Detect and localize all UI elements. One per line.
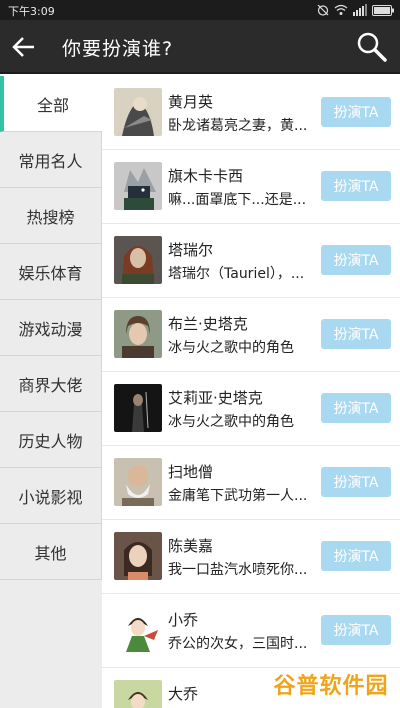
character-name: 黄月英: [168, 93, 214, 111]
avatar: [114, 310, 162, 358]
category-sidebar: 全部 常用名人 热搜榜 娱乐体育 游戏动漫 商界大佬 历史人物 小说影视 其他: [0, 76, 102, 708]
avatar: [114, 532, 162, 580]
character-name: 大乔: [168, 685, 199, 703]
avatar: [114, 88, 162, 136]
character-name: 旗木卡卡西: [168, 167, 244, 185]
wifi-icon: [334, 4, 348, 15]
watermark-logo: 谷普软件园: [273, 674, 389, 699]
character-desc: 冰与火之歌中的角色: [168, 340, 294, 356]
avatar: [114, 384, 162, 432]
list-item: 塔瑞尔 塔瑞尔（Tauriel），... 扮演TA: [102, 224, 400, 298]
play-as-button[interactable]: 扮演TA: [321, 245, 391, 275]
avatar: [114, 162, 162, 210]
character-desc: 金庸笔下武功第一人...: [168, 488, 308, 504]
character-desc: 冰与火之歌中的角色: [168, 414, 294, 430]
category-celebrities[interactable]: 常用名人: [0, 132, 102, 188]
character-desc: 我一口盐汽水喷死你...: [168, 562, 308, 578]
page-title: 你要扮演谁?: [62, 38, 174, 60]
category-hot-search[interactable]: 热搜榜: [0, 188, 102, 244]
avatar: [114, 236, 162, 284]
character-name: 扫地僧: [168, 463, 214, 481]
category-games-anime[interactable]: 游戏动漫: [0, 300, 102, 356]
avatar: [114, 458, 162, 506]
list-item: 艾莉亚·史塔克 冰与火之歌中的角色 扮演TA: [102, 372, 400, 446]
back-arrow-icon[interactable]: [10, 33, 38, 61]
status-bar: 下午3:09: [0, 0, 400, 20]
character-desc: 卧龙诸葛亮之妻，黄...: [168, 118, 308, 134]
character-name: 陈美嘉: [168, 537, 214, 555]
list-item: 扫地僧 金庸笔下武功第一人... 扮演TA: [102, 446, 400, 520]
list-item: 黄月英 卧龙诸葛亮之妻，黄... 扮演TA: [102, 76, 400, 150]
character-name: 小乔: [168, 611, 199, 629]
play-as-button[interactable]: 扮演TA: [321, 393, 391, 423]
list-item: 陈美嘉 我一口盐汽水喷死你... 扮演TA: [102, 520, 400, 594]
app-bar: 你要扮演谁?: [0, 20, 400, 74]
character-name: 艾莉亚·史塔克: [168, 389, 263, 407]
play-as-button[interactable]: 扮演TA: [321, 541, 391, 571]
play-as-button[interactable]: 扮演TA: [321, 319, 391, 349]
list-item: 小乔 乔公的次女，三国时... 扮演TA: [102, 594, 400, 668]
character-list: 黄月英 卧龙诸葛亮之妻，黄... 扮演TA 旗木卡卡西 嘛...面罩底下...还…: [102, 76, 400, 708]
category-history[interactable]: 历史人物: [0, 412, 102, 468]
character-name: 塔瑞尔: [168, 241, 214, 259]
category-entertainment-sports[interactable]: 娱乐体育: [0, 244, 102, 300]
search-icon[interactable]: [356, 31, 388, 63]
alarm-off-icon: [317, 4, 329, 16]
play-as-button[interactable]: 扮演TA: [321, 615, 391, 645]
category-other[interactable]: 其他: [0, 524, 102, 580]
play-as-button[interactable]: 扮演TA: [321, 171, 391, 201]
list-item: 布兰·史塔克 冰与火之歌中的角色 扮演TA: [102, 298, 400, 372]
play-as-button[interactable]: 扮演TA: [321, 97, 391, 127]
list-item: 旗木卡卡西 嘛...面罩底下...还是... 扮演TA: [102, 150, 400, 224]
signal-icon: [353, 4, 367, 16]
play-as-button[interactable]: 扮演TA: [321, 467, 391, 497]
character-desc: 嘛...面罩底下...还是...: [168, 192, 307, 208]
battery-icon: [372, 4, 394, 16]
avatar: [114, 606, 162, 654]
status-time: 下午3:09: [8, 5, 55, 18]
character-desc: 乔公的次女，三国时...: [168, 636, 308, 652]
character-desc: 塔瑞尔（Tauriel），...: [168, 266, 305, 282]
status-icons: [317, 4, 394, 16]
category-business[interactable]: 商界大佬: [0, 356, 102, 412]
category-all[interactable]: 全部: [0, 76, 102, 132]
avatar: [114, 680, 162, 708]
category-novels-films[interactable]: 小说影视: [0, 468, 102, 524]
character-name: 布兰·史塔克: [168, 315, 248, 333]
